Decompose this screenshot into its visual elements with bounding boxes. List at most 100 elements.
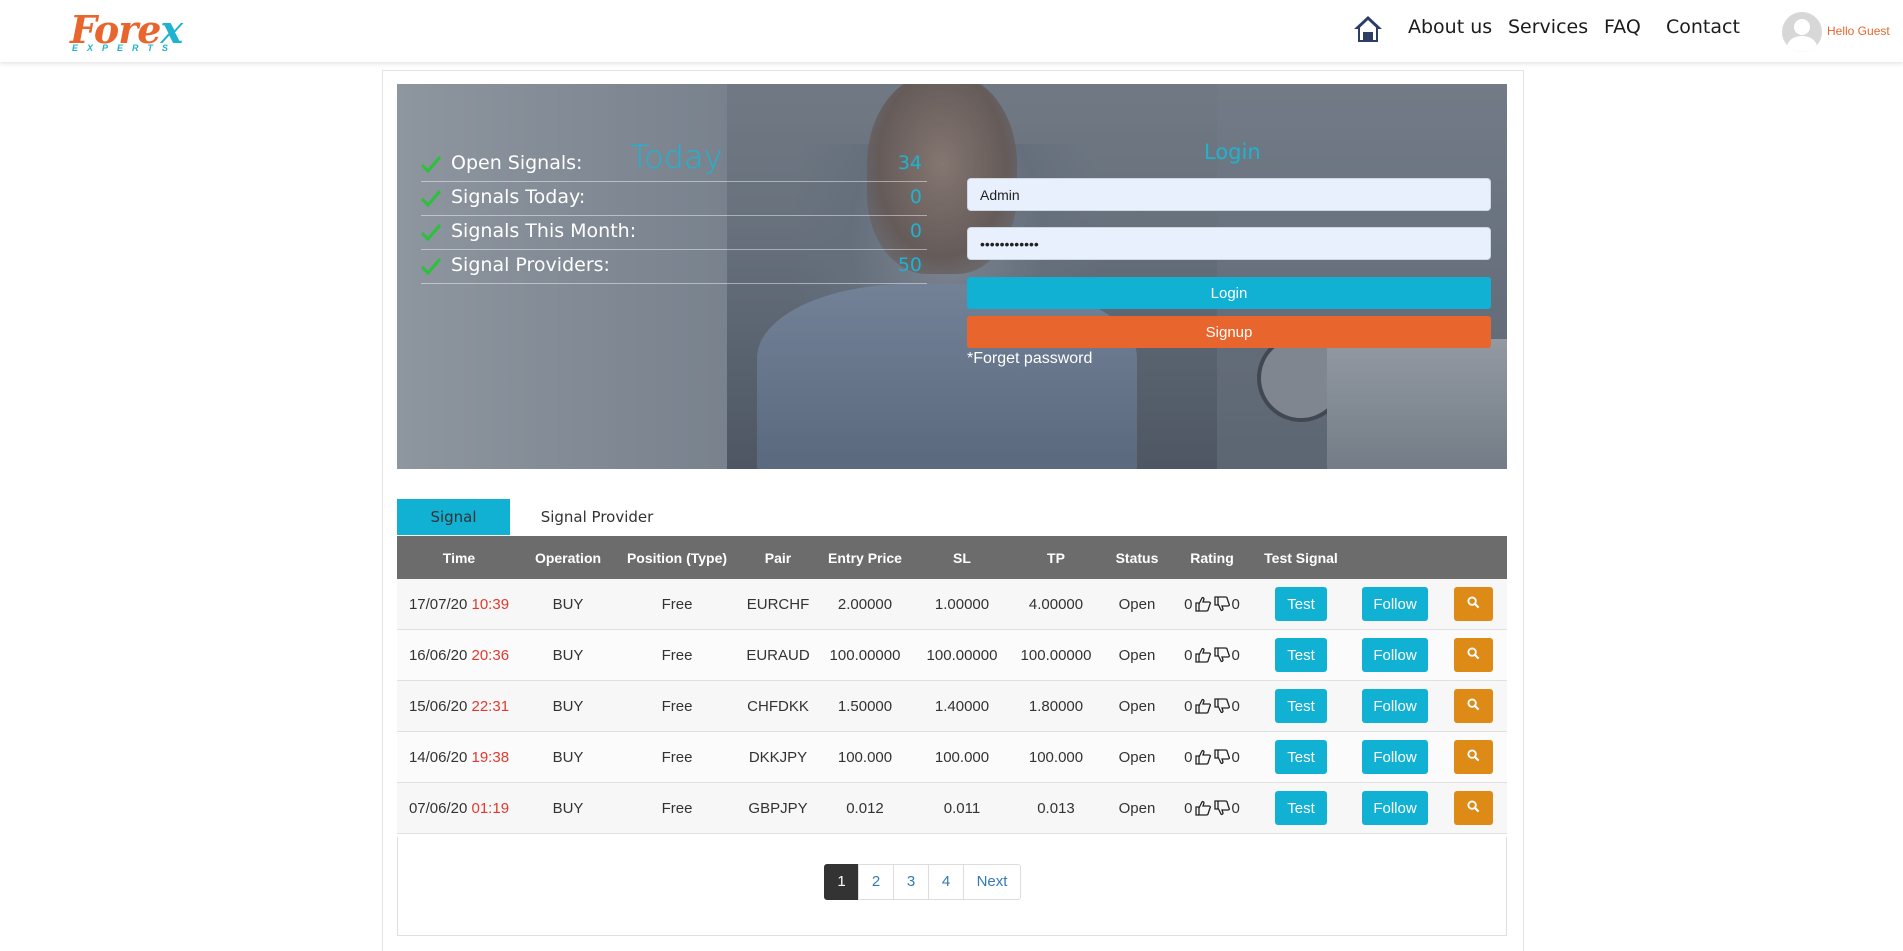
next-page-button[interactable]: Next xyxy=(963,864,1021,900)
cell-status: Open xyxy=(1101,579,1173,630)
like-count: 0 xyxy=(1184,595,1193,613)
cell-entry-price: 100.000 xyxy=(817,731,913,783)
stat-row-signals-today: Signals Today: 0 xyxy=(421,181,927,216)
thumbs-up-icon[interactable] xyxy=(1194,697,1212,715)
cell-pair: EURAUD xyxy=(739,629,817,681)
nav-contact[interactable]: Contact xyxy=(1666,16,1740,38)
nav-services[interactable]: Services xyxy=(1508,16,1588,38)
tab-signal-provider[interactable]: Signal Provider xyxy=(522,499,672,535)
cell-position: Free xyxy=(615,680,739,732)
dislike-count: 0 xyxy=(1231,595,1240,613)
cell-hour: 19:38 xyxy=(471,748,510,766)
stat-row-signal-providers: Signal Providers: 50 xyxy=(421,249,927,284)
thumbs-down-icon[interactable] xyxy=(1213,799,1231,817)
table-row: 07/06/20 01:19 BUY Free GBPJPY 0.012 0.0… xyxy=(397,782,1507,834)
cell-operation: BUY xyxy=(521,680,615,732)
home-icon[interactable] xyxy=(1352,14,1384,44)
signup-button[interactable]: Signup xyxy=(967,316,1491,348)
thumbs-up-icon[interactable] xyxy=(1194,799,1212,817)
cell-test: Test xyxy=(1251,579,1351,630)
user-greeting[interactable]: Hello Guest xyxy=(1827,24,1890,38)
cell-position: Free xyxy=(615,579,739,630)
search-button[interactable] xyxy=(1453,740,1493,774)
dislike-count: 0 xyxy=(1231,748,1240,766)
top-navbar: Forex EXPERTS About us Services FAQ Cont… xyxy=(0,0,1903,62)
search-icon xyxy=(1466,748,1479,761)
follow-button[interactable]: Follow xyxy=(1362,740,1428,774)
cell-test: Test xyxy=(1251,731,1351,783)
thumbs-down-icon[interactable] xyxy=(1213,748,1231,766)
check-icon xyxy=(421,224,441,241)
page-1-button[interactable]: 1 xyxy=(824,864,859,900)
thumbs-down-icon[interactable] xyxy=(1213,595,1231,613)
cell-operation: BUY xyxy=(521,629,615,681)
tab-signal[interactable]: Signal xyxy=(397,499,510,535)
cell-position: Free xyxy=(615,731,739,783)
col-header-status: Status xyxy=(1115,549,1159,566)
search-button[interactable] xyxy=(1453,587,1493,621)
cell-time: 14/06/20 19:38 xyxy=(397,731,521,783)
cell-position: Free xyxy=(615,629,739,681)
page-4-button[interactable]: 4 xyxy=(928,864,964,900)
test-button[interactable]: Test xyxy=(1275,689,1327,723)
cell-hour: 22:31 xyxy=(471,697,510,715)
cell-follow: Follow xyxy=(1351,782,1439,834)
thumbs-up-icon[interactable] xyxy=(1194,646,1212,664)
thumbs-up-icon[interactable] xyxy=(1194,748,1212,766)
cell-status: Open xyxy=(1101,629,1173,681)
follow-button[interactable]: Follow xyxy=(1362,587,1428,621)
stat-value: 50 xyxy=(897,254,922,276)
forex-experts-logo[interactable]: Forex EXPERTS xyxy=(70,10,190,56)
cell-position: Free xyxy=(615,782,739,834)
col-header-time: Time xyxy=(442,549,476,566)
cell-pair: DKKJPY xyxy=(739,731,817,783)
username-input[interactable] xyxy=(967,178,1491,211)
cell-follow: Follow xyxy=(1351,731,1439,783)
col-header-follow xyxy=(1351,536,1439,579)
forget-password-link[interactable]: *Forget password xyxy=(967,350,1092,368)
cell-rating: 0 0 xyxy=(1173,782,1251,834)
page-2-button[interactable]: 2 xyxy=(858,864,894,900)
follow-button[interactable]: Follow xyxy=(1362,638,1428,672)
cell-sl: 100.000 xyxy=(913,731,1011,783)
col-header-pair: Pair xyxy=(764,549,792,566)
signals-table: Time Operation Position (Type) Pair Entr… xyxy=(397,536,1507,834)
cell-sl: 100.00000 xyxy=(913,629,1011,681)
cell-tp: 4.00000 xyxy=(1011,579,1101,630)
cell-rating: 0 0 xyxy=(1173,629,1251,681)
cell-details xyxy=(1439,629,1507,681)
cell-rating: 0 0 xyxy=(1173,680,1251,732)
cell-entry-price: 2.00000 xyxy=(817,579,913,630)
test-button[interactable]: Test xyxy=(1275,740,1327,774)
search-button[interactable] xyxy=(1453,689,1493,723)
table-row: 17/07/20 10:39 BUY Free EURCHF 2.00000 1… xyxy=(397,579,1507,630)
cell-pair: EURCHF xyxy=(739,579,817,630)
user-avatar[interactable] xyxy=(1782,12,1822,52)
table-header-row: Time Operation Position (Type) Pair Entr… xyxy=(397,536,1507,579)
thumbs-down-icon[interactable] xyxy=(1213,697,1231,715)
dislike-count: 0 xyxy=(1231,799,1240,817)
col-header-position: Position (Type) xyxy=(626,549,728,566)
col-header-test-signal: Test Signal xyxy=(1264,549,1338,566)
search-button[interactable] xyxy=(1453,791,1493,825)
like-count: 0 xyxy=(1184,799,1193,817)
page-3-button[interactable]: 3 xyxy=(893,864,929,900)
thumbs-up-icon[interactable] xyxy=(1194,595,1212,613)
cell-details xyxy=(1439,579,1507,630)
cell-operation: BUY xyxy=(521,782,615,834)
nav-faq[interactable]: FAQ xyxy=(1604,16,1641,38)
nav-about-us[interactable]: About us xyxy=(1408,16,1492,38)
test-button[interactable]: Test xyxy=(1275,638,1327,672)
follow-button[interactable]: Follow xyxy=(1362,791,1428,825)
dislike-count: 0 xyxy=(1231,697,1240,715)
test-button[interactable]: Test xyxy=(1275,791,1327,825)
search-button[interactable] xyxy=(1453,638,1493,672)
login-title: Login xyxy=(1204,140,1261,164)
follow-button[interactable]: Follow xyxy=(1362,689,1428,723)
search-icon xyxy=(1466,646,1479,659)
check-icon xyxy=(421,156,441,173)
thumbs-down-icon[interactable] xyxy=(1213,646,1231,664)
password-input[interactable] xyxy=(967,227,1491,260)
login-button[interactable]: Login xyxy=(967,277,1491,309)
test-button[interactable]: Test xyxy=(1275,587,1327,621)
